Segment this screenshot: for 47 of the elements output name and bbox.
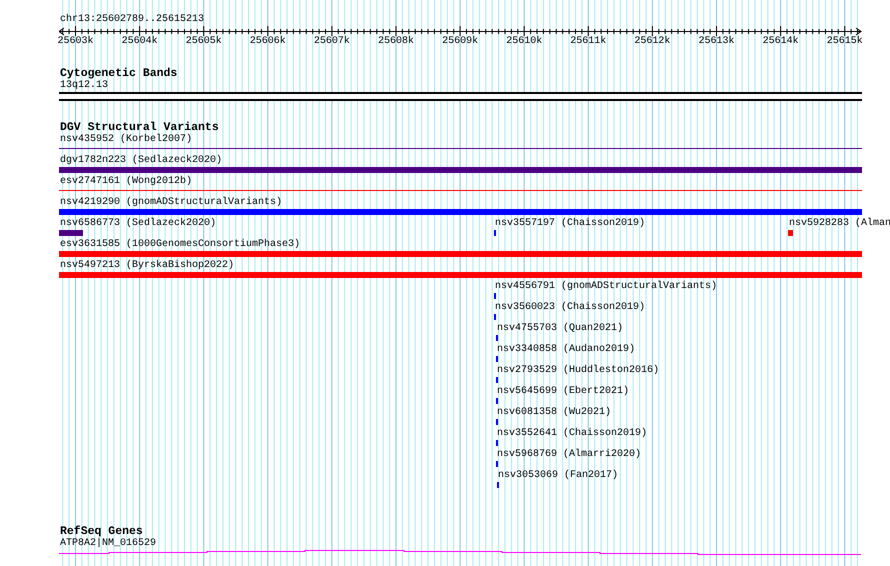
tick-label: 25608k (378, 36, 414, 48)
variant-label: nsv435952 (Korbel2007) (60, 134, 192, 146)
variant-bar[interactable] (59, 209, 862, 215)
location-label: chr13:25602789..25615213 (60, 14, 204, 26)
variant-bar[interactable] (788, 230, 793, 236)
tick-label: 25609k (442, 36, 478, 48)
variant-label: nsv3557197 (Chaisson2019) (495, 218, 646, 230)
variant-label: nsv4556791 (gnomADStructuralVariants) (495, 281, 718, 293)
tick-label: 25604k (122, 36, 158, 48)
tick-label: 25603k (58, 36, 94, 48)
tick-label: 25613k (698, 36, 735, 48)
tick-label: 25606k (250, 36, 286, 48)
variant-label: nsv6586773 (Sedlazeck2020) (60, 218, 216, 230)
track-title[interactable]: RefSeq Genes (60, 525, 143, 538)
variant-label: nsv2793529 (Huddleston2016) (497, 365, 660, 377)
tick-label: 25605k (186, 36, 222, 48)
track-title[interactable]: Cytogenetic Bands (60, 67, 178, 80)
variant-label: nsv3560023 (Chaisson2019) (495, 302, 646, 314)
variant-line[interactable] (59, 190, 862, 191)
variant-label: nsv3053069 (Fan2017) (498, 470, 618, 482)
gene-label: ATP8A2|NM_016529 (60, 538, 156, 550)
variant-line[interactable] (59, 148, 862, 149)
tick-label: 25611k (570, 36, 606, 48)
tick-label: 25612k (634, 36, 670, 48)
variant-label: nsv5497213 (ByrskaBishop2022) (60, 260, 234, 272)
variant-label: esv3631585 (1000GenomesConsortiumPhase3) (60, 239, 300, 251)
band-label: 13q12.13 (60, 80, 108, 92)
tick-label: 25614k (762, 36, 799, 48)
variant-label: nsv4755703 (Quan2021) (497, 323, 624, 335)
gene-line[interactable] (59, 550, 861, 555)
variant-label: dgv1782n223 (Sedlazeck2020) (60, 155, 222, 167)
variant-bar[interactable] (59, 167, 862, 173)
variant-label: nsv5928283 (Alman (789, 218, 890, 230)
track-title[interactable]: DGV Structural Variants (60, 121, 219, 134)
tick-label: 25607k (314, 36, 350, 48)
variant-bar[interactable] (59, 230, 83, 236)
variant-label: nsv6081358 (Wu2021) (497, 407, 612, 419)
variant-label: nsv3340858 (Audano2019) (497, 344, 636, 356)
variant-label: nsv4219290 (gnomADStructuralVariants) (60, 197, 282, 209)
variant-label: nsv5645699 (Ebert2021) (497, 386, 630, 398)
tick-label: 25610k (506, 36, 542, 48)
variant-bar[interactable] (59, 272, 862, 278)
variant-label: nsv3552641 (Chaisson2019) (497, 428, 648, 440)
tick-label: 25615k (826, 36, 863, 48)
variant-label: esv2747161 (Wong2012b) (60, 176, 192, 188)
variant-label: nsv5968769 (Almarri2020) (497, 449, 642, 461)
variant-bar[interactable] (59, 251, 862, 257)
